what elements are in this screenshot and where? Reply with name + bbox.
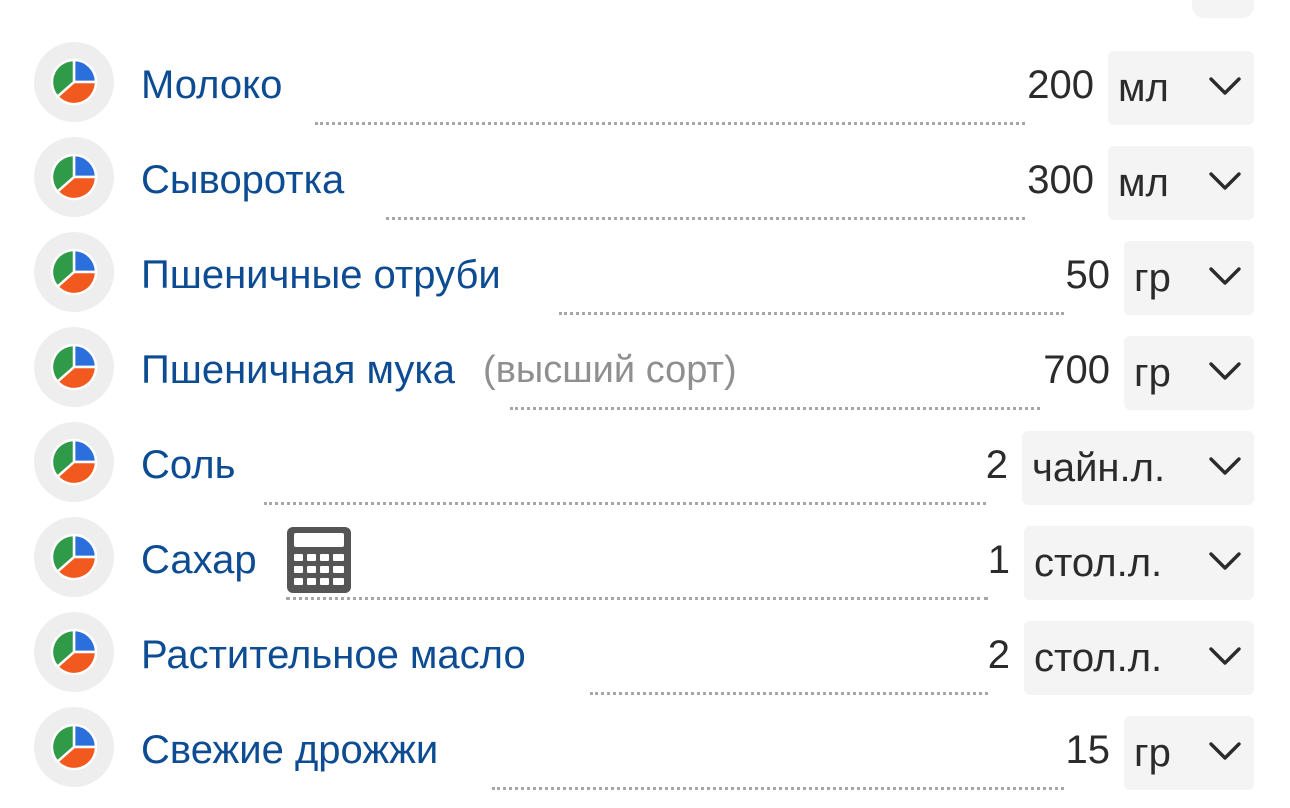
ingredient-name-wrap: Пшеничные отруби	[141, 250, 501, 300]
unit-select-value: мл	[1118, 66, 1169, 110]
ingredient-row: Растительное масло 2 стол.л.	[0, 610, 1290, 705]
ingredient-name[interactable]: Сахар	[141, 538, 257, 583]
ingredient-name-wrap: Соль	[141, 440, 235, 490]
ingredient-row: Сахар 1 стол.л.	[0, 515, 1290, 610]
ingredient-quantity: 50	[1065, 253, 1111, 297]
chevron-down-icon	[1208, 75, 1242, 99]
ingredient-quantity: 1	[987, 538, 1010, 582]
chevron-down-icon	[1208, 550, 1242, 574]
pie-chart-icon[interactable]	[34, 517, 114, 597]
pie-chart-icon[interactable]	[34, 422, 114, 502]
pie-chart-icon[interactable]	[34, 232, 114, 312]
ingredient-note: (высший сорт)	[483, 348, 737, 391]
calculator-icon[interactable]	[285, 525, 353, 595]
unit-select[interactable]: гр	[1124, 241, 1254, 315]
dotted-leader	[559, 312, 1064, 315]
unit-select[interactable]: гр	[1124, 716, 1254, 790]
ingredient-row: Свежие дрожжи 15 гр	[0, 705, 1290, 800]
unit-select-value: гр	[1134, 351, 1171, 395]
unit-select[interactable]: стол.л.	[1024, 621, 1254, 695]
unit-select-value: гр	[1134, 256, 1171, 300]
pie-chart-icon[interactable]	[34, 42, 114, 122]
ingredient-name[interactable]: Растительное масло	[141, 633, 526, 678]
unit-select-value: гр	[1134, 731, 1171, 775]
ingredient-name[interactable]: Сыворотка	[141, 158, 344, 203]
unit-select-value: стол.л.	[1034, 541, 1163, 585]
chevron-down-icon	[1208, 360, 1242, 384]
unit-select-value: чайн.л.	[1032, 446, 1166, 490]
chevron-down-icon	[1208, 740, 1242, 764]
dotted-leader	[510, 407, 1040, 410]
ingredient-row: Сыворотка 300 мл	[0, 135, 1290, 230]
ingredient-name-wrap: Сахар	[141, 527, 353, 593]
unit-select[interactable]: мл	[1108, 146, 1254, 220]
ingredient-quantity: 700	[1043, 348, 1110, 392]
ingredient-quantity: 200	[1027, 63, 1094, 107]
dotted-leader	[315, 122, 1025, 125]
unit-select-value: стол.л.	[1034, 636, 1163, 680]
ingredient-name[interactable]: Соль	[141, 443, 235, 488]
chevron-down-icon	[1208, 265, 1242, 289]
pie-chart-icon[interactable]	[34, 327, 114, 407]
dotted-leader	[264, 502, 986, 505]
ingredient-name-wrap: Сыворотка	[141, 155, 344, 205]
unit-select[interactable]: чайн.л.	[1022, 431, 1254, 505]
ingredient-quantity: 15	[1065, 728, 1111, 772]
pie-chart-icon[interactable]	[34, 707, 114, 787]
chevron-down-icon	[1208, 170, 1242, 194]
unit-select[interactable]: гр	[1124, 336, 1254, 410]
ingredient-quantity: 300	[1027, 158, 1094, 202]
ingredient-row: Соль 2 чайн.л.	[0, 420, 1290, 515]
dotted-leader	[386, 217, 1025, 220]
ingredient-list: Молоко 200 мл Сыворотка 300 мл Пшеничные…	[0, 40, 1290, 800]
pie-chart-icon[interactable]	[34, 612, 114, 692]
chevron-down-icon	[1208, 645, 1242, 669]
pie-chart-icon[interactable]	[34, 137, 114, 217]
chevron-down-icon	[1208, 455, 1242, 479]
ingredient-name[interactable]: Пшеничная мука	[141, 348, 455, 393]
dotted-leader	[286, 597, 988, 600]
unit-select-value: мл	[1118, 161, 1169, 205]
ingredient-name-wrap: Молоко	[141, 60, 282, 110]
ingredient-name[interactable]: Пшеничные отруби	[141, 253, 501, 298]
ingredient-row: Молоко 200 мл	[0, 40, 1290, 135]
unit-select[interactable]: стол.л.	[1024, 526, 1254, 600]
dotted-leader	[590, 692, 988, 695]
ingredient-name[interactable]: Молоко	[141, 63, 282, 108]
ingredient-name-wrap: Растительное масло	[141, 630, 526, 680]
ingredient-name-wrap: Свежие дрожжи	[141, 725, 438, 775]
unit-select[interactable]: мл	[1108, 51, 1254, 125]
ingredient-name[interactable]: Свежие дрожжи	[141, 728, 438, 773]
ingredient-quantity: 2	[985, 443, 1008, 487]
ingredient-quantity: 2	[987, 633, 1010, 677]
ingredient-row: Пшеничные отруби 50 гр	[0, 230, 1290, 325]
ingredient-row: Пшеничная мука (высший сорт) 700 гр	[0, 325, 1290, 420]
ingredient-name-wrap: Пшеничная мука (высший сорт)	[141, 345, 737, 395]
dotted-leader	[492, 787, 1064, 790]
previous-unit-select[interactable]	[1192, 0, 1254, 18]
